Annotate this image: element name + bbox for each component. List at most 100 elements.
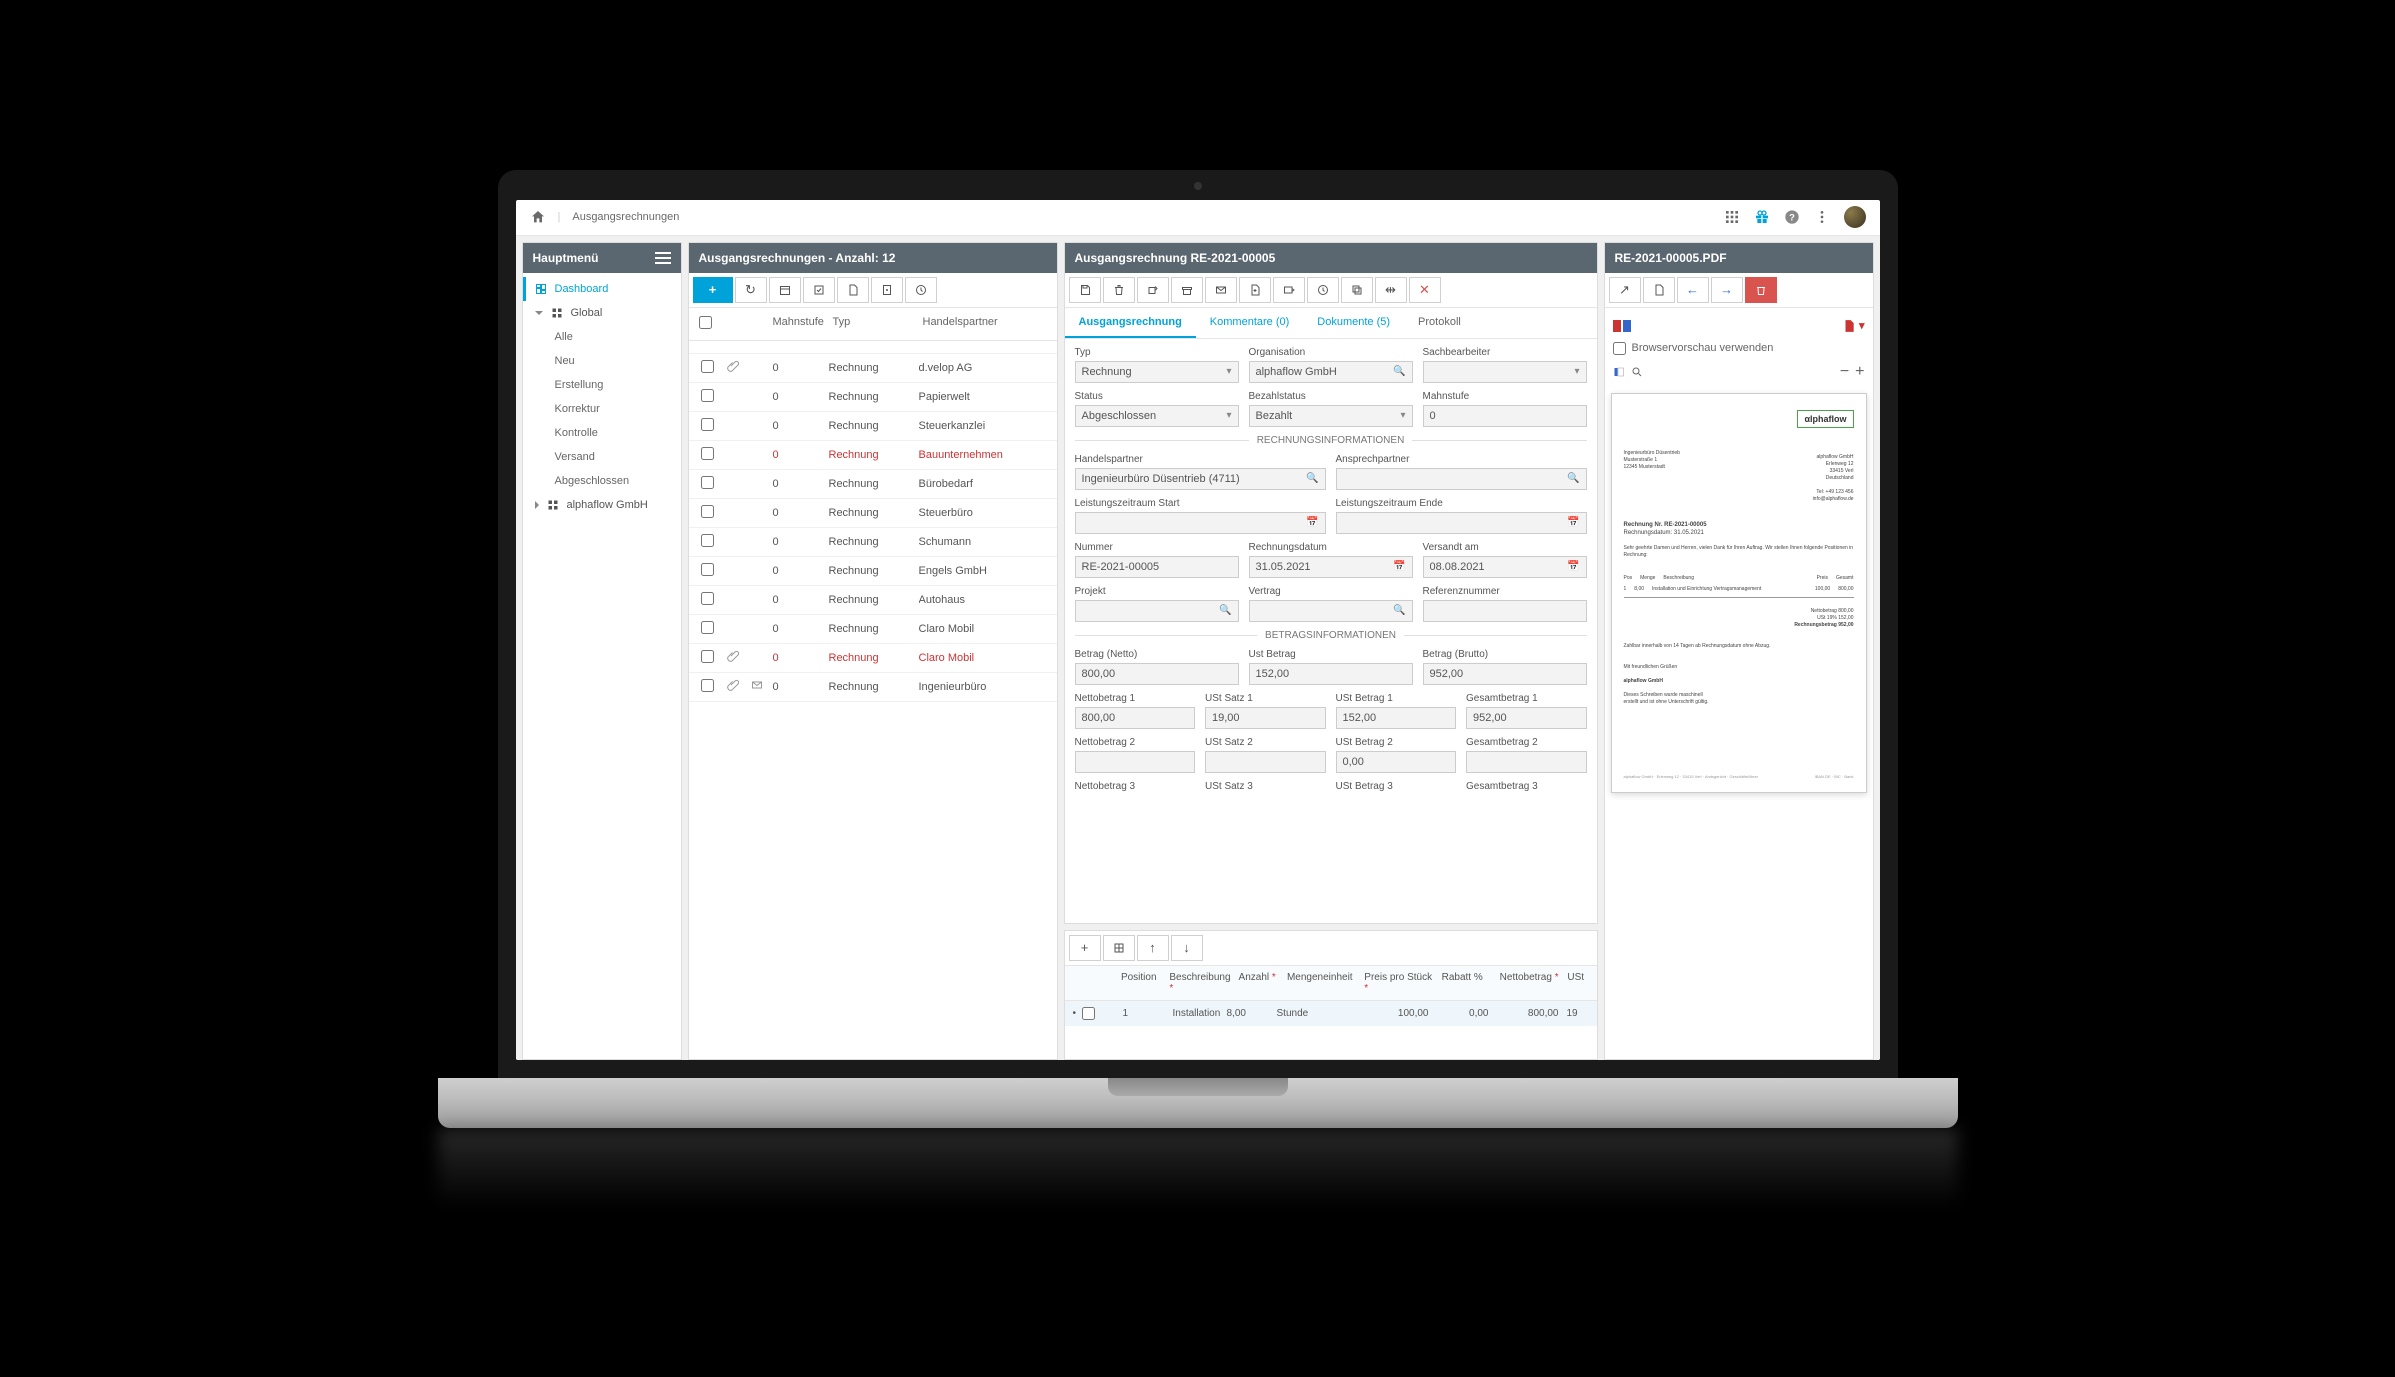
bezahl-select[interactable]: Bezahlt▾ xyxy=(1249,405,1413,427)
home-icon[interactable] xyxy=(530,209,546,225)
li-checkbox[interactable] xyxy=(1082,1007,1095,1020)
archive-button[interactable] xyxy=(1171,277,1203,303)
tab-dokumente[interactable]: Dokumente (5) xyxy=(1303,308,1404,338)
browser-preview-checkbox[interactable]: Browservorschau verwenden xyxy=(1613,342,1774,355)
add-button[interactable]: + xyxy=(693,277,733,303)
sidebar-item-versand[interactable]: Versand xyxy=(523,445,681,469)
tab-ausgangsrechnung[interactable]: Ausgangsrechnung xyxy=(1065,308,1196,338)
gift-icon[interactable] xyxy=(1754,209,1770,225)
copy-button[interactable] xyxy=(1341,277,1373,303)
rdatum-date[interactable]: 31.05.2021📅 xyxy=(1249,556,1413,578)
hamburger-icon[interactable] xyxy=(655,252,671,264)
pv-prev-button[interactable]: ← xyxy=(1677,277,1709,303)
table-row[interactable]: 0RechnungClaro Mobil xyxy=(689,615,1057,644)
projekt-lookup[interactable]: 🔍 xyxy=(1075,600,1239,622)
org-select[interactable]: alphaflow GmbH🔍 xyxy=(1249,361,1413,383)
undo-button[interactable] xyxy=(1137,277,1169,303)
row-checkbox[interactable] xyxy=(701,389,714,402)
sidebar-icon[interactable] xyxy=(1613,366,1625,378)
save-button[interactable] xyxy=(1069,277,1101,303)
li-add-button[interactable]: + xyxy=(1069,935,1101,961)
gb1-field[interactable]: 952,00 xyxy=(1466,707,1587,729)
gb2-field[interactable] xyxy=(1466,751,1587,773)
table-row[interactable]: 0RechnungSchumann xyxy=(689,528,1057,557)
row-checkbox[interactable] xyxy=(701,679,714,692)
nummer-field[interactable]: RE-2021-00005 xyxy=(1075,556,1239,578)
sidebar-item-erstellung[interactable]: Erstellung xyxy=(523,373,681,397)
table-row[interactable]: 0RechnungBauunternehmen xyxy=(689,441,1057,470)
mahn-field[interactable]: 0 xyxy=(1423,405,1587,427)
clock-button[interactable] xyxy=(1307,277,1339,303)
row-checkbox[interactable] xyxy=(701,505,714,518)
refresh-button[interactable]: ↻ xyxy=(735,277,767,303)
li-down-button[interactable]: ↓ xyxy=(1171,935,1203,961)
versandt-date[interactable]: 08.08.2021📅 xyxy=(1423,556,1587,578)
lineitem-row[interactable]: • 1 Installation und Einrichtung Vertrag… xyxy=(1065,1001,1597,1026)
history-button[interactable] xyxy=(905,277,937,303)
sidebar-item-dashboard[interactable]: Dashboard xyxy=(523,277,681,301)
ansp-lookup[interactable]: 🔍 xyxy=(1336,468,1587,490)
help-icon[interactable]: ? xyxy=(1784,209,1800,225)
search-icon[interactable] xyxy=(1631,366,1643,378)
pv-next-button[interactable]: → xyxy=(1711,277,1743,303)
date-button[interactable] xyxy=(769,277,801,303)
sach-select[interactable]: ▾ xyxy=(1423,361,1587,383)
pv-file-button[interactable] xyxy=(1643,277,1675,303)
zoom-out-button[interactable]: − xyxy=(1840,363,1849,381)
table-row[interactable]: 0RechnungPapierwelt xyxy=(689,383,1057,412)
table-row[interactable]: 0RechnungClaro Mobil xyxy=(689,644,1057,673)
us2-field[interactable] xyxy=(1205,751,1326,773)
brutto-field[interactable]: 952,00 xyxy=(1423,663,1587,685)
row-checkbox[interactable] xyxy=(701,534,714,547)
more-icon[interactable] xyxy=(1814,209,1830,225)
vertrag-lookup[interactable]: 🔍 xyxy=(1249,600,1413,622)
hp-lookup[interactable]: Ingenieurbüro Düsentrieb (4711)🔍 xyxy=(1075,468,1326,490)
sidebar-item-alle[interactable]: Alle xyxy=(523,325,681,349)
row-checkbox[interactable] xyxy=(701,360,714,373)
send-button[interactable] xyxy=(1273,277,1305,303)
typ-select[interactable]: Rechnung▾ xyxy=(1075,361,1239,383)
pv-external-button[interactable]: ↗ xyxy=(1609,277,1641,303)
table-row[interactable]: 0RechnungSteuerkanzlei xyxy=(689,412,1057,441)
pv-delete-button[interactable] xyxy=(1745,277,1777,303)
sidebar-item-kontrolle[interactable]: Kontrolle xyxy=(523,421,681,445)
expand-button[interactable]: ⇹ xyxy=(1375,277,1407,303)
lzstart-date[interactable]: 📅 xyxy=(1075,512,1326,534)
delete-button[interactable] xyxy=(1103,277,1135,303)
table-row[interactable]: 0Rechnungd.velop AG xyxy=(689,354,1057,383)
nb2-field[interactable] xyxy=(1075,751,1196,773)
doc-button[interactable] xyxy=(871,277,903,303)
ust-field[interactable]: 152,00 xyxy=(1249,663,1413,685)
document-thumbnail[interactable]: αlphaflow Ingenieurbüro DüsentriebMuster… xyxy=(1611,393,1867,793)
row-checkbox[interactable] xyxy=(701,592,714,605)
sidebar-item-neu[interactable]: Neu xyxy=(523,349,681,373)
ub1-field[interactable]: 152,00 xyxy=(1336,707,1457,729)
netto-field[interactable]: 800,00 xyxy=(1075,663,1239,685)
zoom-in-button[interactable]: + xyxy=(1855,363,1864,381)
mail-button[interactable] xyxy=(1205,277,1237,303)
table-row[interactable] xyxy=(689,341,1057,354)
row-checkbox[interactable] xyxy=(701,621,714,634)
sidebar-item-abgeschlossen[interactable]: Abgeschlossen xyxy=(523,469,681,493)
tab-kommentare[interactable]: Kommentare (0) xyxy=(1196,308,1303,338)
table-row[interactable]: 0RechnungBürobedarf xyxy=(689,470,1057,499)
select-all-checkbox[interactable] xyxy=(699,316,712,329)
sidebar-item-alphaflow[interactable]: alphaflow GmbH xyxy=(523,493,681,517)
table-row[interactable]: 0RechnungEngels GmbH xyxy=(689,557,1057,586)
breadcrumb[interactable]: Ausgangsrechnungen xyxy=(572,211,679,223)
row-checkbox[interactable] xyxy=(701,418,714,431)
row-checkbox[interactable] xyxy=(701,650,714,663)
li-up-button[interactable]: ↑ xyxy=(1137,935,1169,961)
table-row[interactable]: 0RechnungSteuerbüro xyxy=(689,499,1057,528)
row-checkbox[interactable] xyxy=(701,563,714,576)
nb1-field[interactable]: 800,00 xyxy=(1075,707,1196,729)
us1-field[interactable]: 19,00 xyxy=(1205,707,1326,729)
status-select[interactable]: Abgeschlossen▾ xyxy=(1075,405,1239,427)
export-button[interactable] xyxy=(803,277,835,303)
close-button[interactable]: ✕ xyxy=(1409,277,1441,303)
ref-field[interactable] xyxy=(1423,600,1587,622)
ub2-field[interactable]: 0,00 xyxy=(1336,751,1457,773)
newfile-button[interactable] xyxy=(1239,277,1271,303)
row-checkbox[interactable] xyxy=(701,476,714,489)
row-checkbox[interactable] xyxy=(701,447,714,460)
